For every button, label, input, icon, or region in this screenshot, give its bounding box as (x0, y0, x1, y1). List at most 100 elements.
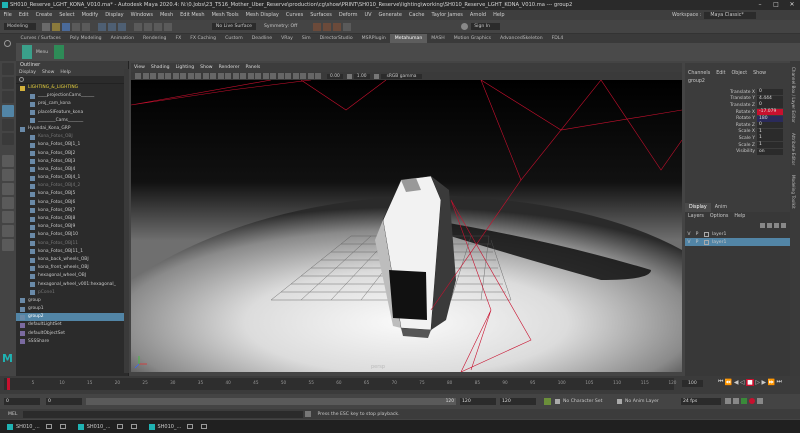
mode-menu[interactable]: Modeling (4, 23, 36, 30)
menu-taylor-james[interactable]: Taylor James (428, 10, 466, 20)
sign-in-button[interactable]: Sign In (471, 23, 500, 30)
snap-plane-icon[interactable] (163, 22, 172, 31)
go-to-start-icon[interactable]: ⏮ (718, 378, 723, 386)
outliner-item[interactable]: kona_Fotos_OBJ4_1 (16, 174, 128, 182)
range-bar[interactable]: 120 (86, 397, 456, 405)
outliner-item[interactable]: group2 (16, 313, 128, 322)
exposure-field[interactable]: 0.00 (327, 73, 343, 79)
menu-arnold[interactable]: Arnold (466, 10, 489, 20)
step-forward-key-icon[interactable]: ⏩ (768, 379, 775, 386)
channel-attribute-row[interactable]: Rotate Z0 (685, 122, 790, 129)
grid-toggle-icon[interactable] (172, 73, 179, 79)
outliner-item[interactable]: kona_Fotos_OBJ11 (16, 240, 128, 248)
menu-edit[interactable]: Edit (15, 10, 32, 20)
taskbar-item[interactable]: SH010_... (146, 420, 185, 433)
outliner-item[interactable]: group (16, 297, 128, 305)
menu-deform[interactable]: Deform (335, 10, 361, 20)
motion-blur-icon[interactable] (277, 73, 284, 79)
script-editor-icon[interactable] (305, 411, 312, 417)
taskbar-item[interactable]: SH010_... (4, 420, 43, 433)
hypershade-icon[interactable] (343, 22, 352, 31)
outliner-menu-help[interactable]: Help (57, 69, 73, 76)
outliner-item[interactable]: kona_Fotos_OBJ5 (16, 190, 128, 198)
layer-playback-toggle[interactable]: P (693, 240, 701, 245)
metahuman-figure-icon[interactable] (22, 45, 32, 59)
outliner-item[interactable]: proj_cam_kona (16, 100, 128, 108)
preferences-icon[interactable] (757, 398, 763, 404)
shelf-menu-label[interactable]: Menu (36, 50, 48, 55)
channel-attribute-value[interactable]: 1 (757, 142, 783, 149)
channel-attribute-row[interactable]: Translate Z0 (685, 102, 790, 109)
play-backward-icon[interactable]: ◁ (740, 379, 745, 386)
channel-attribute-value[interactable]: 180 (757, 115, 783, 122)
shelf-tab-advancedskeleton[interactable]: AdvancedSkeleton (496, 34, 548, 43)
menu-select[interactable]: Select (56, 10, 78, 20)
viewport-menu-lighting[interactable]: Lighting (173, 63, 198, 72)
step-back-key-icon[interactable]: ⏪ (725, 379, 732, 386)
field-chart-icon[interactable] (202, 73, 209, 79)
character-set-field[interactable]: No Character Set (563, 399, 613, 404)
menu-generate[interactable]: Generate (375, 10, 405, 20)
shelf-tab-fdl4[interactable]: FDL4 (547, 34, 568, 43)
render-frame-icon[interactable] (313, 22, 322, 31)
outliner-item[interactable]: kona_Fotos_OBJ9 (16, 223, 128, 231)
timeline-track[interactable]: 5 10 15 20 25 30 35 40 45 50 55 60 65 70 75 80 85 90 95 100… (4, 378, 676, 390)
anim-layer-field[interactable]: No Anim Layer (625, 399, 675, 404)
channel-attribute-value[interactable]: 4.444 (757, 95, 783, 102)
layer-playback-toggle[interactable]: P (693, 232, 701, 237)
menu-create[interactable]: Create (32, 10, 56, 20)
layer-color-swatch-icon[interactable] (704, 231, 709, 237)
channel-attribute-row[interactable]: Scale Z1 (685, 142, 790, 149)
play-forward-icon[interactable]: ▷ (755, 379, 760, 386)
outliner-item[interactable]: kona_Fotos_OBJ11_1 (16, 248, 128, 256)
taskbar-item[interactable] (57, 420, 71, 433)
outliner-item[interactable]: kona_Fotos_OBJ3 (16, 158, 128, 166)
outliner-item[interactable]: hexagonal_wheel_v001:hexagonal_ (16, 281, 128, 289)
current-frame-marker[interactable] (7, 378, 10, 390)
scale-tool-icon[interactable] (2, 133, 14, 145)
start-time-field[interactable]: 0 (4, 397, 40, 405)
side-view-icon[interactable] (2, 183, 14, 195)
move-tool-icon[interactable] (2, 105, 14, 117)
shelf-tab-directorstudio[interactable]: DirectorStudio (315, 34, 357, 43)
outliner-item[interactable]: kona_front_wheels_OBJ (16, 264, 128, 272)
rotate-tool-icon[interactable] (2, 119, 14, 131)
outliner-item[interactable]: ____projectionCams______ (16, 92, 128, 100)
resolution-gate-icon[interactable] (187, 73, 194, 79)
snap-curve-icon[interactable] (143, 22, 152, 31)
shelf-tab-fx-caching[interactable]: FX Caching (186, 34, 221, 43)
anim-layer-icon[interactable] (617, 398, 622, 404)
taskbar-item[interactable] (198, 420, 212, 433)
layer-menu-options[interactable]: Options (707, 212, 732, 221)
outliner-layout-icon[interactable] (2, 197, 14, 209)
grease-pencil-icon[interactable] (165, 73, 171, 79)
outliner-item[interactable]: group1 (16, 305, 128, 313)
select-object-icon[interactable] (107, 22, 116, 31)
graph-layout-icon[interactable] (2, 211, 14, 223)
shelf-tab-vray[interactable]: VRay (277, 34, 298, 43)
character-set-icon[interactable] (555, 398, 560, 404)
side-tab[interactable]: Channel Box / Layer Editor (791, 67, 796, 123)
workspace-value[interactable]: Maya Classic* (704, 11, 757, 19)
gamma-field[interactable]: 1.00 (353, 73, 370, 79)
outliner-item[interactable]: hexagonal_wheel_OBJ (16, 272, 128, 280)
channel-attribute-value[interactable]: 0 (757, 89, 783, 96)
paint-select-tool-icon[interactable] (2, 91, 14, 103)
wireframe-on-shaded-icon[interactable] (240, 73, 246, 79)
menu-mesh-tools[interactable]: Mesh Tools (208, 10, 242, 20)
2d-pan-icon[interactable] (157, 73, 164, 79)
outliner-item[interactable]: kona_Fotos_OBJ4_2 (16, 182, 128, 190)
select-tool-icon[interactable] (2, 63, 14, 75)
menu-file[interactable]: File (0, 10, 15, 20)
fps-field[interactable]: 24 fps (681, 397, 721, 405)
layer-menu-help[interactable]: Help (731, 212, 748, 221)
anti-aliasing-icon[interactable] (285, 73, 291, 79)
outliner-item[interactable]: kona_Fotos_OBJ1_1 (16, 141, 128, 149)
channel-attribute-value[interactable]: on (757, 148, 783, 155)
shelf-tab-animation[interactable]: Animation (106, 34, 138, 43)
side-tab[interactable]: Attribute Editor (791, 133, 796, 165)
taskbar-item[interactable] (114, 420, 128, 433)
outliner-item[interactable]: kona_back_wheels_OBJ (16, 256, 128, 264)
outliner-item[interactable]: kona_Fotos_OBJ2 (16, 150, 128, 158)
channel-box-menu-edit[interactable]: Edit (713, 69, 728, 78)
